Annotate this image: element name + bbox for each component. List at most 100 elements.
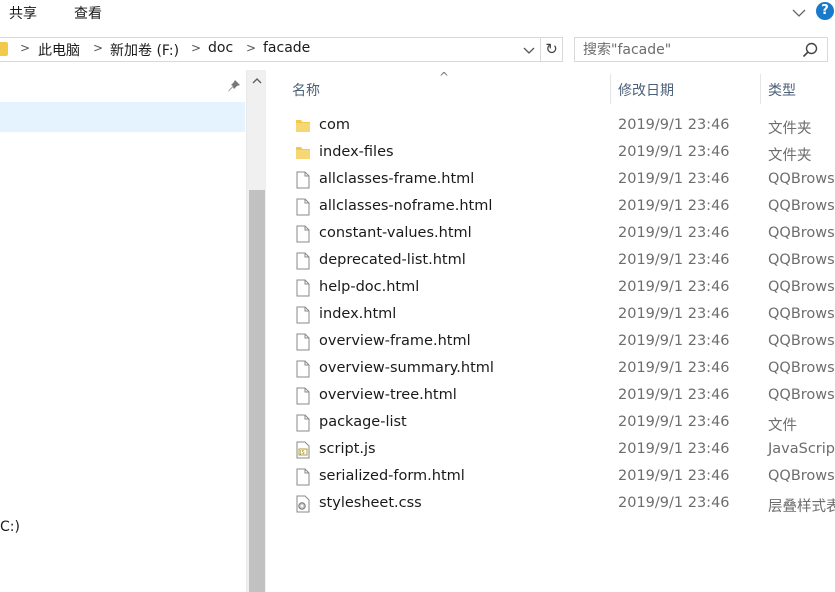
file-type: QQBrows	[768, 198, 835, 214]
file-name[interactable]: overview-tree.html	[319, 387, 457, 403]
file-type: QQBrows	[768, 225, 835, 241]
chevron-right-icon[interactable]: >	[93, 41, 103, 55]
file-type: QQBrows	[768, 333, 835, 349]
file-row[interactable]: index.html 2019/9/1 23:46 QQBrows	[287, 302, 835, 329]
nav-item-drive-c[interactable]: C:)	[0, 519, 20, 535]
file-row[interactable]: stylesheet.css 2019/9/1 23:46 层叠样式表	[287, 491, 835, 518]
file-name[interactable]: package-list	[319, 414, 407, 430]
file-type: QQBrows	[768, 360, 835, 376]
chevron-right-icon[interactable]: >	[246, 41, 256, 55]
scrollbar-thumb[interactable]	[249, 190, 265, 592]
file-icon	[296, 360, 310, 378]
column-divider[interactable]	[760, 74, 761, 104]
nav-selected-item[interactable]	[0, 102, 245, 132]
file-type: QQBrows	[768, 171, 835, 187]
file-type: QQBrows	[768, 468, 835, 484]
file-date: 2019/9/1 23:46	[618, 468, 730, 484]
file-date: 2019/9/1 23:46	[618, 252, 730, 268]
column-header-date[interactable]: 修改日期	[618, 80, 674, 100]
file-name[interactable]: stylesheet.css	[319, 495, 422, 511]
file-row[interactable]: help-doc.html 2019/9/1 23:46 QQBrows	[287, 275, 835, 302]
file-name[interactable]: help-doc.html	[319, 279, 419, 295]
file-name[interactable]: allclasses-noframe.html	[319, 198, 492, 214]
file-row[interactable]: allclasses-noframe.html 2019/9/1 23:46 QQB…	[287, 194, 835, 221]
file-row[interactable]: overview-tree.html 2019/9/1 23:46 QQBrows	[287, 383, 835, 410]
address-dropdown-icon[interactable]	[521, 42, 537, 58]
folder-icon	[0, 42, 8, 56]
svg-text:JS: JS	[299, 450, 305, 456]
file-date: 2019/9/1 23:46	[618, 414, 730, 430]
breadcrumb-facade[interactable]: facade	[263, 40, 310, 56]
file-type: QQBrows	[768, 252, 835, 268]
file-type: JavaScrip	[768, 441, 835, 457]
pin-icon[interactable]	[226, 78, 242, 94]
chevron-down-icon[interactable]	[790, 5, 808, 21]
file-name[interactable]: deprecated-list.html	[319, 252, 466, 268]
file-name[interactable]: overview-frame.html	[319, 333, 471, 349]
address-row: > 此电脑 > 新加卷 (F:) > doc > facade ↻	[0, 28, 835, 70]
file-icon	[296, 171, 310, 189]
file-icon	[296, 387, 310, 405]
file-date: 2019/9/1 23:46	[618, 225, 730, 241]
file-date: 2019/9/1 23:46	[618, 306, 730, 322]
column-header-name[interactable]: 名称	[292, 80, 320, 100]
file-type: QQBrows	[768, 279, 835, 295]
file-date: 2019/9/1 23:46	[618, 360, 730, 376]
file-list: ^ 名称 修改日期 类型 com 2019/9/1 23:46 文件夹 index-f…	[267, 70, 835, 592]
file-row[interactable]: serialized-form.html 2019/9/1 23:46 QQBrow…	[287, 464, 835, 491]
file-type: QQBrows	[768, 306, 835, 322]
file-name[interactable]: index.html	[319, 306, 396, 322]
folder-icon	[296, 147, 310, 159]
file-date: 2019/9/1 23:46	[618, 171, 730, 187]
file-name[interactable]: overview-summary.html	[319, 360, 494, 376]
file-icon	[296, 198, 310, 216]
file-icon	[296, 279, 310, 297]
file-date: 2019/9/1 23:46	[618, 495, 730, 511]
file-row[interactable]: com 2019/9/1 23:46 文件夹	[287, 113, 835, 140]
chevron-right-icon[interactable]: >	[20, 41, 30, 55]
file-date: 2019/9/1 23:46	[618, 441, 730, 457]
file-row[interactable]: index-files 2019/9/1 23:46 文件夹	[287, 140, 835, 167]
file-row[interactable]: JS script.js 2019/9/1 23:46 JavaScrip	[287, 437, 835, 464]
breadcrumb-doc[interactable]: doc	[208, 40, 233, 56]
scroll-up-icon[interactable]	[251, 76, 263, 86]
file-name[interactable]: index-files	[319, 144, 394, 160]
file-icon	[296, 468, 310, 486]
breadcrumb-this-pc[interactable]: 此电脑	[38, 40, 80, 60]
file-date: 2019/9/1 23:46	[618, 198, 730, 214]
file-date: 2019/9/1 23:46	[618, 387, 730, 403]
file-icon	[296, 225, 310, 243]
file-name[interactable]: serialized-form.html	[319, 468, 465, 484]
css-file-icon	[296, 495, 310, 513]
file-name[interactable]: script.js	[319, 441, 376, 457]
search-icon[interactable]	[801, 41, 819, 59]
file-name[interactable]: constant-values.html	[319, 225, 472, 241]
column-header-type[interactable]: 类型	[768, 80, 796, 100]
chevron-right-icon[interactable]: >	[191, 41, 201, 55]
file-type: 文件	[768, 418, 797, 434]
file-type: 文件夹	[768, 148, 812, 164]
refresh-icon[interactable]: ↻	[541, 37, 563, 62]
nav-scrollbar[interactable]	[246, 70, 266, 592]
search-box	[574, 37, 828, 62]
file-type: QQBrows	[768, 387, 835, 403]
search-input[interactable]	[583, 40, 793, 59]
tab-share[interactable]: 共享	[9, 3, 37, 23]
file-row[interactable]: package-list 2019/9/1 23:46 文件	[287, 410, 835, 437]
ribbon-tabs: 共享 查看 ?	[0, 0, 835, 28]
file-date: 2019/9/1 23:46	[618, 117, 730, 133]
address-bar[interactable]: > 此电脑 > 新加卷 (F:) > doc > facade	[0, 37, 541, 62]
file-row[interactable]: allclasses-frame.html 2019/9/1 23:46 QQBro…	[287, 167, 835, 194]
column-divider[interactable]	[610, 74, 611, 104]
file-row[interactable]: overview-frame.html 2019/9/1 23:46 QQBrows	[287, 329, 835, 356]
file-row[interactable]: deprecated-list.html 2019/9/1 23:46 QQBrow…	[287, 248, 835, 275]
tab-view[interactable]: 查看	[74, 3, 102, 23]
file-row[interactable]: constant-values.html 2019/9/1 23:46 QQBrow…	[287, 221, 835, 248]
help-icon[interactable]: ?	[816, 2, 834, 20]
breadcrumb-volume-f[interactable]: 新加卷 (F:)	[110, 40, 179, 60]
file-name[interactable]: com	[319, 117, 350, 133]
file-type: 文件夹	[768, 121, 812, 137]
file-date: 2019/9/1 23:46	[618, 144, 730, 160]
file-row[interactable]: overview-summary.html 2019/9/1 23:46 QQBro…	[287, 356, 835, 383]
file-name[interactable]: allclasses-frame.html	[319, 171, 474, 187]
